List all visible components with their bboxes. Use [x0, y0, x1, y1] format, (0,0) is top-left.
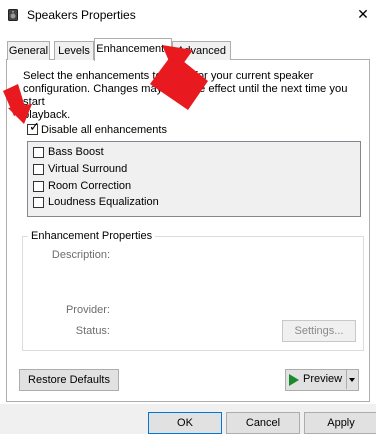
disable-all-label[interactable]: Disable all enhancements [41, 124, 167, 136]
status-label: Status: [75, 325, 110, 337]
preview-label: Preview [303, 373, 343, 385]
checkmark-icon: ✓ [29, 119, 40, 134]
restore-defaults-button[interactable]: Restore Defaults [19, 369, 119, 391]
bass-boost-checkbox[interactable] [33, 147, 44, 158]
virtual-surround-label[interactable]: Virtual Surround [48, 163, 127, 175]
tab-general[interactable]: General [7, 41, 50, 60]
loudness-equalization-checkbox[interactable] [33, 197, 44, 208]
intro-line: configuration. Changes may not take effe… [23, 83, 348, 108]
chevron-down-icon [349, 378, 355, 382]
loudness-equalization-label[interactable]: Loudness Equalization [48, 196, 159, 208]
apply-button[interactable]: Apply [304, 412, 376, 434]
tab-levels[interactable]: Levels [54, 41, 94, 60]
settings-button[interactable]: Settings... [282, 320, 356, 342]
tab-advanced[interactable]: Advanced [172, 41, 231, 60]
bass-boost-label[interactable]: Bass Boost [48, 146, 104, 158]
speaker-icon [8, 9, 18, 21]
ok-button[interactable]: OK [148, 412, 222, 434]
room-correction-label[interactable]: Room Correction [48, 180, 131, 192]
play-icon [289, 374, 299, 386]
tab-enhancements[interactable]: Enhancements [94, 38, 172, 61]
intro-line: Select the enhancements to apply for you… [23, 70, 314, 82]
virtual-surround-checkbox[interactable] [33, 164, 44, 175]
window-title: Speakers Properties [27, 8, 136, 22]
close-button[interactable]: ✕ [354, 5, 372, 23]
provider-label: Provider: [65, 304, 110, 316]
intro-line: playback. [23, 109, 71, 121]
cancel-button[interactable]: Cancel [226, 412, 300, 434]
intro-text: Select the enhancements to apply for you… [23, 70, 368, 122]
group-title: Enhancement Properties [28, 230, 156, 242]
room-correction-checkbox[interactable] [33, 181, 44, 192]
description-label: Description: [51, 249, 110, 261]
